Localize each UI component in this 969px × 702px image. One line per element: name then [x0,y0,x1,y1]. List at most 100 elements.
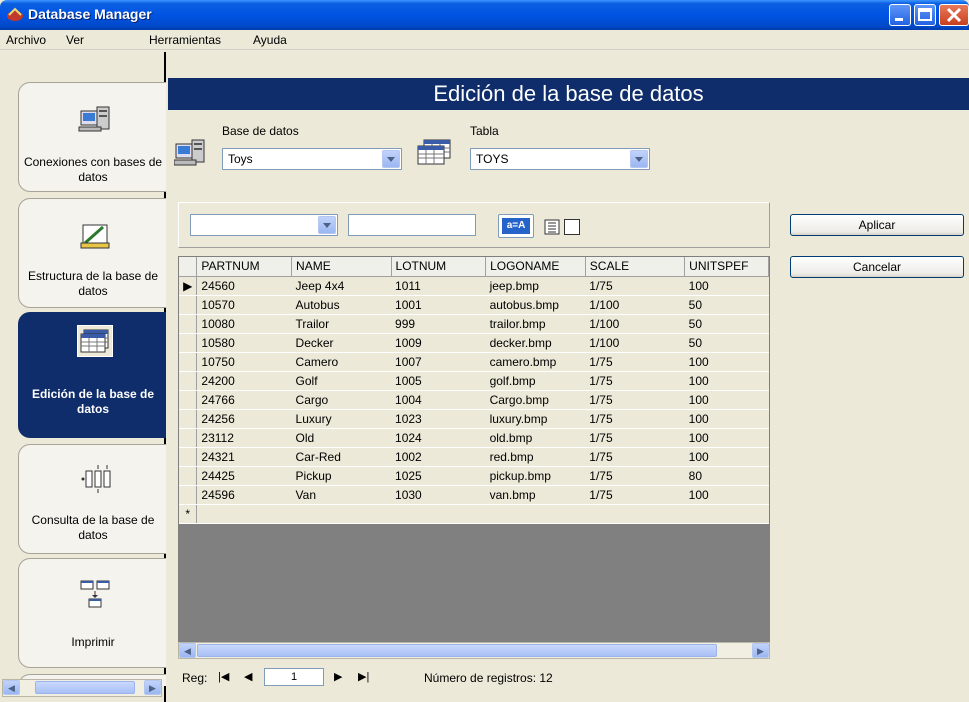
chevron-down-icon[interactable] [382,150,400,168]
first-record-icon[interactable]: |◀ [218,670,229,683]
table-cell[interactable] [391,504,486,524]
next-record-icon[interactable]: ▶ [334,670,342,683]
table-cell[interactable]: 50 [684,333,769,353]
table-cell[interactable] [485,504,586,524]
record-number-input[interactable]: 1 [264,668,324,686]
previous-record-icon[interactable]: ◀ [244,670,252,683]
menu-ayuda[interactable]: Ayuda [253,33,287,47]
grid-horizontal-scrollbar[interactable]: ◀ ▶ [178,642,770,659]
table-cell[interactable]: 1025 [391,466,486,486]
table-cell[interactable]: Luxury [291,409,392,429]
scroll-thumb[interactable] [35,681,135,694]
sidebar-item-connections[interactable]: Conexiones con bases de datos [18,82,166,192]
table-cell[interactable]: 50 [684,295,769,315]
table-cell[interactable] [585,504,685,524]
table-cell[interactable]: 1/100 [585,314,685,334]
scroll-left-icon[interactable]: ◀ [179,643,196,658]
apply-button[interactable]: Aplicar [790,214,964,236]
table-cell[interactable]: 80 [684,466,769,486]
table-cell[interactable]: jeep.bmp [485,276,586,296]
filter-text-input[interactable] [348,214,476,236]
chevron-down-icon[interactable] [630,150,648,168]
menu-ver[interactable]: Ver [66,33,84,47]
table-cell[interactable]: 1/75 [585,371,685,391]
table-cell[interactable]: Cargo.bmp [485,390,586,410]
sidebar-item-edit[interactable]: Edición de la base de datos [18,312,166,438]
sidebar-item-structure[interactable]: Estructura de la base de datos [18,198,166,308]
table-cell[interactable]: 1005 [391,371,486,391]
title-bar[interactable]: Database Manager [0,0,969,30]
table-cell[interactable]: decker.bmp [485,333,586,353]
scroll-left-icon[interactable]: ◀ [3,680,20,695]
table-cell[interactable]: 23112 [196,428,292,448]
table-cell[interactable]: 1/75 [585,485,685,505]
table-cell[interactable]: 1024 [391,428,486,448]
table-cell[interactable]: Jeep 4x4 [291,276,392,296]
table-cell[interactable]: 24596 [196,485,292,505]
table-cell[interactable]: Van [291,485,392,505]
table-cell[interactable]: 24321 [196,447,292,467]
table-cell[interactable]: 1/75 [585,352,685,372]
table-cell[interactable]: 1/100 [585,295,685,315]
minimize-button[interactable] [889,4,911,26]
table-cell[interactable]: Trailor [291,314,392,334]
menu-herramientas[interactable]: Herramientas [149,33,221,47]
table-cell[interactable]: 10080 [196,314,292,334]
row-selector[interactable] [179,447,198,467]
table-cell[interactable]: old.bmp [485,428,586,448]
table-row[interactable]: 24321 Car-Red 1002 red.bmp 1/75 100 [179,447,769,467]
column-header[interactable]: SCALE [585,257,686,277]
table-row[interactable]: 24766 Cargo 1004 Cargo.bmp 1/75 100 [179,390,769,410]
table-cell[interactable]: 100 [684,485,769,505]
close-button[interactable] [939,4,969,26]
data-grid[interactable]: PARTNUM NAME LOTNUM LOGONAME SCALE UNITS… [178,256,770,642]
empty-checkbox[interactable] [564,219,580,235]
table-cell[interactable]: 10750 [196,352,292,372]
column-header[interactable]: UNITSPEF [684,257,769,277]
table-cell[interactable]: 1001 [391,295,486,315]
scroll-right-icon[interactable]: ▶ [144,680,161,695]
table-row[interactable]: 24425 Pickup 1025 pickup.bmp 1/75 80 [179,466,769,486]
table-cell[interactable]: 1009 [391,333,486,353]
table-cell[interactable] [291,504,392,524]
table-row[interactable]: 10750 Camero 1007 camero.bmp 1/75 100 [179,352,769,372]
table-cell[interactable]: 1023 [391,409,486,429]
table-cell[interactable]: 999 [391,314,486,334]
row-selector[interactable] [179,371,198,391]
table-cell[interactable]: luxury.bmp [485,409,586,429]
table-cell[interactable]: van.bmp [485,485,586,505]
table-cell[interactable]: pickup.bmp [485,466,586,486]
table-cell[interactable]: 10570 [196,295,292,315]
table-cell[interactable]: Car-Red [291,447,392,467]
table-cell[interactable]: 100 [684,371,769,391]
table-cell[interactable]: 100 [684,428,769,448]
row-selector[interactable] [179,333,198,353]
table-cell[interactable]: 24425 [196,466,292,486]
table-row[interactable]: 10570 Autobus 1001 autobus.bmp 1/100 50 [179,295,769,315]
table-cell[interactable]: 1002 [391,447,486,467]
row-selector[interactable] [179,314,198,334]
table-cell[interactable]: 100 [684,409,769,429]
new-row[interactable]: * [179,504,769,524]
filter-field-select[interactable] [190,214,338,236]
table-cell[interactable]: Cargo [291,390,392,410]
table-cell[interactable]: 1011 [391,276,486,296]
table-cell[interactable]: golf.bmp [485,371,586,391]
row-selector[interactable] [179,352,198,372]
scroll-right-icon[interactable]: ▶ [752,643,769,658]
table-cell[interactable]: 1030 [391,485,486,505]
table-cell[interactable]: 100 [684,447,769,467]
table-select[interactable]: TOYS [470,148,650,170]
table-cell[interactable]: autobus.bmp [485,295,586,315]
sidebar-scrollbar[interactable]: ◀ ▶ [2,679,162,697]
table-row[interactable]: 24200 Golf 1005 golf.bmp 1/75 100 [179,371,769,391]
table-cell[interactable]: 50 [684,314,769,334]
table-cell[interactable]: 100 [684,276,769,296]
table-cell[interactable]: 1007 [391,352,486,372]
sidebar-item-query[interactable]: Consulta de la base de datos [18,444,166,554]
table-cell[interactable] [196,504,292,524]
database-select[interactable]: Toys [222,148,402,170]
table-cell[interactable]: 1/75 [585,276,685,296]
cancel-button[interactable]: Cancelar [790,256,964,278]
last-record-icon[interactable]: ▶| [358,670,369,683]
